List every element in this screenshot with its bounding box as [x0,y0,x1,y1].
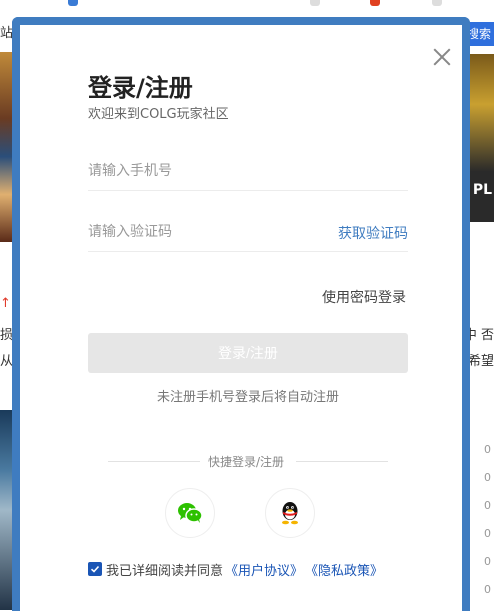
agreement-text: 我已详细阅读并同意 [106,563,224,579]
qq-icon [282,502,298,525]
browser-tab-marker [68,0,78,6]
login-register-button[interactable]: 登录/注册 [88,333,408,373]
background-list-value: 0 [484,499,491,512]
background-list-value: 0 [484,443,491,456]
up-arrow-icon: ↑ [0,296,11,311]
divider [296,461,388,462]
get-code-link[interactable]: 获取验证码 [338,223,408,243]
wechat-icon [178,503,203,523]
phone-input[interactable] [88,151,318,189]
qq-login-button[interactable] [265,488,315,538]
agreement-row: 我已详细阅读并同意 《用户协议》 《隐私政策》 [88,560,383,579]
background-list-value: 0 [484,583,491,596]
wechat-login-button[interactable] [165,488,215,538]
privacy-policy-link[interactable]: 《隐私政策》 [305,560,383,579]
modal-subtitle: 欢迎来到COLG玩家社区 [88,107,229,122]
browser-tab-marker [310,0,320,6]
browser-tab-marker [370,0,380,6]
background-banner-label: PL [472,182,492,198]
modal-title: 登录/注册 [88,74,193,102]
quick-login-label: 快捷登录/注册 [208,455,285,469]
close-icon[interactable] [432,47,452,67]
auto-register-note: 未注册手机号登录后将自动注册 [156,390,339,405]
background-list-value: 0 [484,527,491,540]
divider [108,461,200,462]
agreement-checkbox[interactable] [88,562,102,576]
code-input[interactable] [88,212,318,250]
password-login-link[interactable]: 使用密码登录 [322,287,406,307]
code-field: 获取验证码 [88,212,408,252]
user-agreement-link[interactable]: 《用户协议》 [225,560,303,579]
browser-tab-marker [432,0,442,6]
login-modal: 登录/注册 欢迎来到COLG玩家社区 获取验证码 使用密码登录 登录/注册 未注… [12,17,470,611]
check-icon [90,565,100,573]
background-list-value: 0 [484,471,491,484]
phone-field [88,151,408,191]
background-text: 希望 [467,354,494,369]
background-list-value: 0 [484,555,491,568]
